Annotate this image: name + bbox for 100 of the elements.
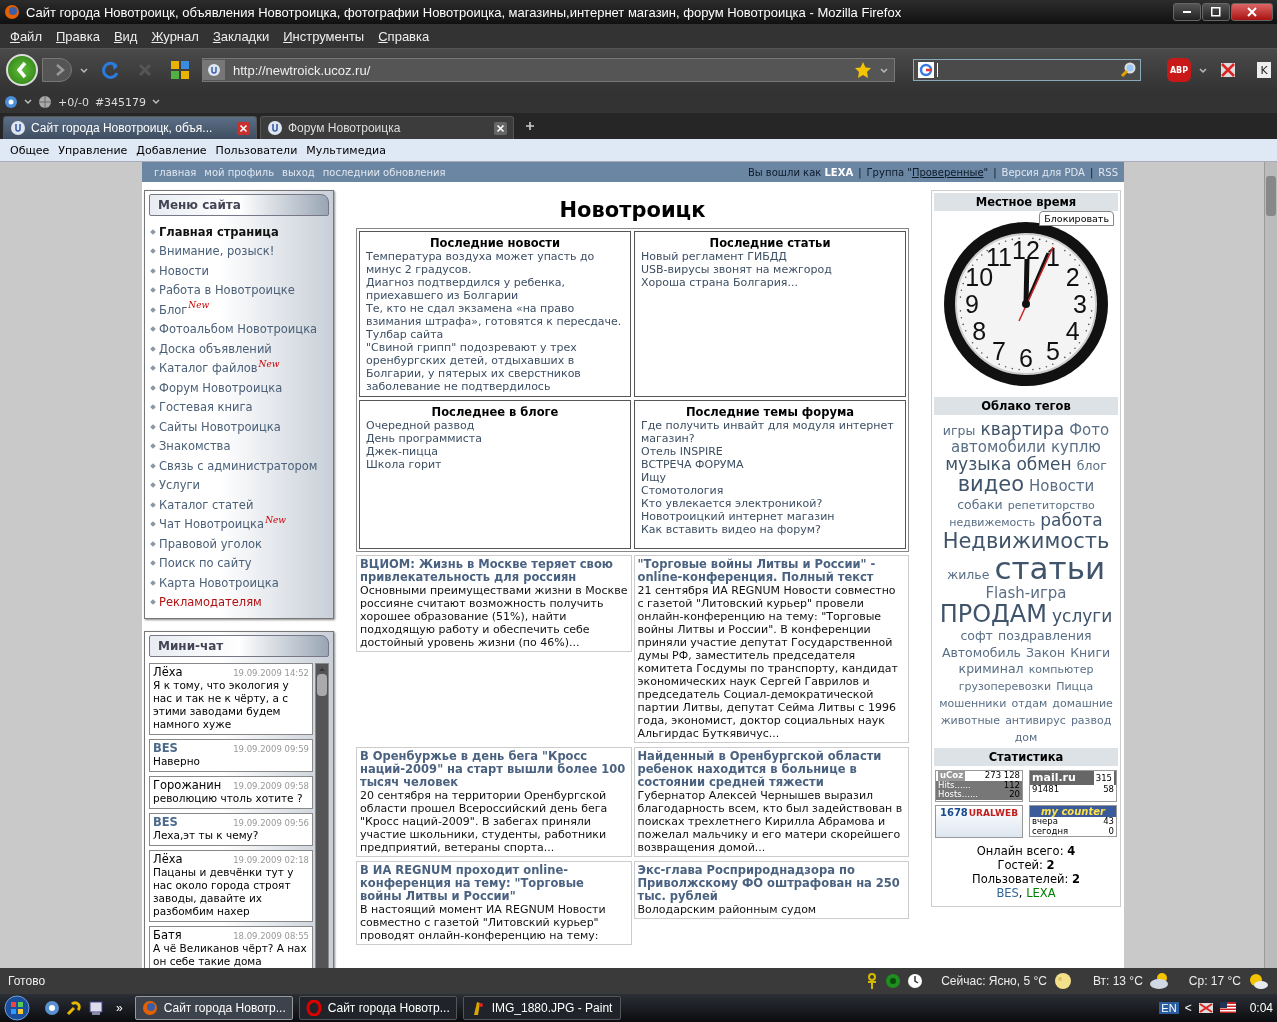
mail-counter[interactable]: mail.ru 315 91481 58 xyxy=(1029,770,1117,803)
tag-link[interactable]: репетиторство xyxy=(1007,498,1095,512)
menu-link[interactable]: Услуги xyxy=(159,478,200,493)
tag-link[interactable]: отдам xyxy=(1011,696,1048,710)
block-link[interactable]: Хороша страна Болгария... xyxy=(641,276,899,289)
menu-link[interactable]: Каталог статей xyxy=(159,497,254,512)
block-link[interactable]: Как вставить видео на форум? xyxy=(641,523,899,536)
caret-icon[interactable] xyxy=(880,66,888,74)
tag-link[interactable]: жилье xyxy=(946,567,990,583)
addon-icon[interactable] xyxy=(4,95,18,109)
menu-link[interactable]: Каталог файлов xyxy=(159,361,258,376)
tag-link[interactable]: работа xyxy=(1040,510,1103,531)
block-link[interactable]: Где получить инвайт для модуля интернет магазин? xyxy=(641,419,899,445)
ucoz-counter[interactable]: uCoz 273 128 Hits...... 112 Hosts...... 20 xyxy=(935,770,1023,803)
user-link[interactable]: BES xyxy=(996,886,1019,901)
scrollbar[interactable] xyxy=(1264,162,1277,968)
tag-link[interactable]: Фото xyxy=(1069,421,1110,439)
flag-icon[interactable] xyxy=(1219,1000,1236,1016)
close-tab-icon[interactable] xyxy=(494,121,507,135)
block-link[interactable]: Отель INSPIRE xyxy=(641,445,899,458)
admin-menu-item[interactable]: Добавление xyxy=(136,143,207,157)
caret-icon[interactable] xyxy=(152,98,161,106)
menu-item[interactable]: Справка xyxy=(378,28,430,44)
menu-item[interactable]: Закладки xyxy=(212,28,270,44)
grid-icon[interactable] xyxy=(170,60,190,80)
tag-link[interactable]: Пицца xyxy=(1056,680,1094,694)
news-title[interactable]: "Торговые войны Литвы и России" - online-конференция. Полный текст xyxy=(637,558,905,584)
admin-menu-item[interactable]: Управление xyxy=(58,143,128,157)
scroll-thumb[interactable] xyxy=(317,674,327,696)
news-title[interactable]: ВЦИОМ: Жизнь в Москве теряет свою привлекательность для россиян xyxy=(360,558,628,584)
taskbar-button[interactable]: Сайт города Новотр... xyxy=(298,996,457,1020)
tray-crossed-icon[interactable] xyxy=(1197,1000,1214,1016)
tag-link[interactable]: криминал xyxy=(958,661,1024,677)
tag-link[interactable]: дом xyxy=(1014,730,1038,744)
tag-link[interactable]: софт xyxy=(960,627,993,643)
block-link[interactable]: Новотроицкий интернет магазин xyxy=(641,510,899,523)
tag-link[interactable]: Закон xyxy=(1026,644,1066,660)
tag-link[interactable]: игры xyxy=(942,423,976,438)
maximize-button[interactable] xyxy=(1202,3,1230,21)
menu-link[interactable]: Главная страница xyxy=(159,224,279,239)
more-button[interactable]: » xyxy=(116,1001,123,1015)
forward-button[interactable] xyxy=(42,58,72,82)
tag-link[interactable]: мошенники xyxy=(939,696,1007,710)
star-icon[interactable] xyxy=(854,61,872,79)
block-link[interactable]: Диагноз подтвердился у ребенка, приехавшего из Болгарии xyxy=(366,276,624,302)
tag-link[interactable]: Новости xyxy=(1029,477,1095,496)
menu-item[interactable]: Файл xyxy=(10,28,42,44)
taskbar-button[interactable]: Сайт города Новотр... xyxy=(134,996,293,1020)
menu-link[interactable]: Форум Новотроицка xyxy=(159,380,283,395)
search-engine-icon[interactable] xyxy=(918,62,934,78)
menu-link[interactable]: Чат Новотроицка xyxy=(159,517,265,532)
news-title[interactable]: В Оренбуржье в день бега "Кросс наций-2009" на старт вышли более 100 тысяч человек xyxy=(360,750,628,789)
block-link[interactable]: Ищу xyxy=(641,471,899,484)
menu-link[interactable]: Связь с администратором xyxy=(159,458,318,473)
menu-link[interactable]: Новости xyxy=(159,263,209,278)
menu-link[interactable]: Гостевая книга xyxy=(159,400,253,415)
lock-button[interactable]: Блокировать xyxy=(1039,211,1114,226)
tag-link[interactable]: услуги xyxy=(1052,605,1113,626)
close-tab-icon[interactable] xyxy=(237,121,250,135)
block-link[interactable]: Стомотология xyxy=(641,484,899,497)
back-button[interactable] xyxy=(6,54,38,86)
menu-link[interactable]: Карта Новотроицка xyxy=(159,575,279,590)
caret-icon[interactable] xyxy=(80,66,88,74)
launcher-icon[interactable] xyxy=(44,1000,60,1016)
tag-link[interactable]: квартира xyxy=(980,419,1065,439)
block-link[interactable]: Температура воздуха может упасть до минус 2 градусов. xyxy=(366,250,624,276)
address-field[interactable]: http://newtroick.ucoz.ru/ xyxy=(202,58,895,82)
tray-clock[interactable]: 0:04 xyxy=(1249,1001,1273,1015)
tag-link[interactable]: куплю xyxy=(1050,437,1101,456)
group-link[interactable]: Проверенные xyxy=(911,166,984,178)
tag-link[interactable]: развод xyxy=(1070,713,1112,727)
k-button[interactable]: K xyxy=(1257,62,1271,78)
tag-link[interactable]: ПРОДАМ xyxy=(939,599,1047,628)
block-link[interactable]: "Свиной грипп" подозревают у трех оренбургских детей, отдыхавших в Болгарии, у пятерых их сверстников заболевание не подтвердилось xyxy=(366,341,624,393)
menu-link[interactable]: Работа в Новотроицке xyxy=(159,283,295,298)
minimize-button[interactable] xyxy=(1173,3,1201,21)
browser-tab[interactable]: Форум Новотроицка xyxy=(260,116,514,139)
news-title[interactable]: Экс-глава Росприроднадзора по Приволжскому ФО оштрафован на 250 тыс. рублей xyxy=(637,864,905,903)
status-light-icon[interactable] xyxy=(885,973,902,989)
block-link[interactable]: Очередной развод xyxy=(366,419,624,432)
globe-icon[interactable] xyxy=(38,95,52,109)
taskbar-button[interactable]: IMG_1880.JPG - Paint xyxy=(462,996,621,1020)
browser-tab[interactable]: Сайт города Новотроицк, объя... xyxy=(3,116,257,139)
admin-menu-item[interactable]: Пользователи xyxy=(215,143,298,157)
menu-item[interactable]: Вид xyxy=(113,28,138,44)
adblock-button[interactable]: ABP xyxy=(1167,58,1191,82)
reload-icon[interactable] xyxy=(100,60,120,80)
tag-link[interactable]: Автомобиль xyxy=(941,644,1021,660)
scrollbar[interactable] xyxy=(315,663,329,968)
tag-link[interactable]: компьютер xyxy=(1028,663,1094,677)
block-link[interactable]: Те, кто не сдал экзамена «на право взимания штрафа», готовятся к пересдаче. xyxy=(366,302,624,328)
block-link[interactable]: Джек-пицца xyxy=(366,445,624,458)
menu-item[interactable]: Журнал xyxy=(151,28,199,44)
news-title[interactable]: Найденный в Оренбургской области ребенок находится в больнице в состоянии средней тяжести xyxy=(637,750,905,789)
tray-toggle[interactable]: < xyxy=(1184,1001,1192,1015)
tag-link[interactable]: собаки xyxy=(957,496,1003,512)
caret-icon[interactable] xyxy=(1199,66,1207,74)
menu-link[interactable]: Внимание, розыск! xyxy=(159,244,275,259)
block-link[interactable]: Тулбар сайта xyxy=(366,328,624,341)
keys-icon[interactable] xyxy=(66,1000,82,1016)
